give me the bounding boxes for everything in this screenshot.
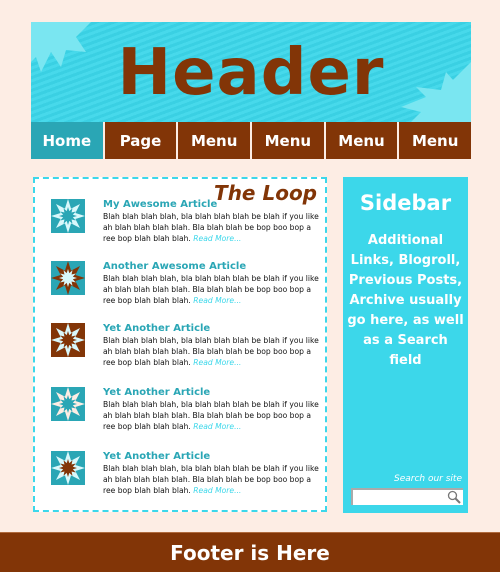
starburst-light-icon	[51, 451, 85, 485]
article-title-link[interactable]: Yet Another Article	[103, 387, 321, 399]
read-more-link[interactable]: Read More...	[193, 486, 241, 495]
main-nav: Home Page Menu Menu Menu Menu	[31, 122, 472, 159]
search-icon[interactable]	[447, 490, 461, 504]
nav-item-home[interactable]: Home	[31, 122, 103, 159]
sidebar-title: Sidebar	[359, 191, 452, 215]
search-label: Search our site	[393, 474, 462, 484]
starburst-brown-bg-icon	[51, 323, 85, 357]
read-more-link[interactable]: Read More...	[193, 358, 241, 367]
read-more-link[interactable]: Read More...	[193, 296, 241, 305]
starburst-teal-icon	[51, 199, 85, 233]
nav-item-page[interactable]: Page	[104, 122, 177, 159]
article-title-link[interactable]: Yet Another Article	[103, 323, 321, 335]
nav-item-menu[interactable]: Menu	[178, 122, 251, 159]
nav-item-menu[interactable]: Menu	[325, 122, 398, 159]
article-item: Another Awesome Article Blah blah blah b…	[51, 261, 321, 306]
footer: Footer is Here	[0, 532, 500, 572]
nav-item-menu[interactable]: Menu	[399, 122, 472, 159]
article-title-link[interactable]: Yet Another Article	[103, 451, 321, 463]
sidebar-description: Additional Links, Blogroll, Previous Pos…	[347, 233, 464, 368]
article-item: Yet Another Article Blah blah blah blah,…	[51, 387, 321, 432]
article-item: Yet Another Article Blah blah blah blah,…	[51, 451, 321, 496]
article-item: My Awesome Article Blah blah blah blah, …	[51, 199, 321, 244]
article-excerpt: Blah blah blah blah, bla blah blah blah …	[103, 335, 321, 368]
read-more-link[interactable]: Read More...	[193, 422, 241, 431]
nav-item-menu[interactable]: Menu	[252, 122, 324, 159]
article-title-link[interactable]: My Awesome Article	[103, 199, 321, 211]
article-excerpt: Blah blah blah blah, bla blah blah blah …	[103, 211, 321, 244]
header-title: Header	[117, 36, 385, 110]
starburst-peach-icon	[51, 387, 85, 421]
search-input[interactable]	[351, 488, 463, 505]
read-more-link[interactable]: Read More...	[193, 234, 241, 243]
the-loop-panel: The Loop My Awesome Article Blah blah bl…	[33, 177, 327, 512]
article-title-link[interactable]: Another Awesome Article	[103, 261, 321, 273]
sidebar-panel: Sidebar Additional Links, Blogroll, Prev…	[343, 177, 468, 513]
article-excerpt: Blah blah blah blah, bla blah blah blah …	[103, 273, 321, 306]
article-excerpt: Blah blah blah blah, bla blah blah blah …	[103, 463, 321, 496]
starburst-brown-icon	[51, 261, 85, 295]
article-excerpt: Blah blah blah blah, bla blah blah blah …	[103, 399, 321, 432]
header-banner: Header	[31, 22, 471, 122]
article-item: Yet Another Article Blah blah blah blah,…	[51, 323, 321, 368]
